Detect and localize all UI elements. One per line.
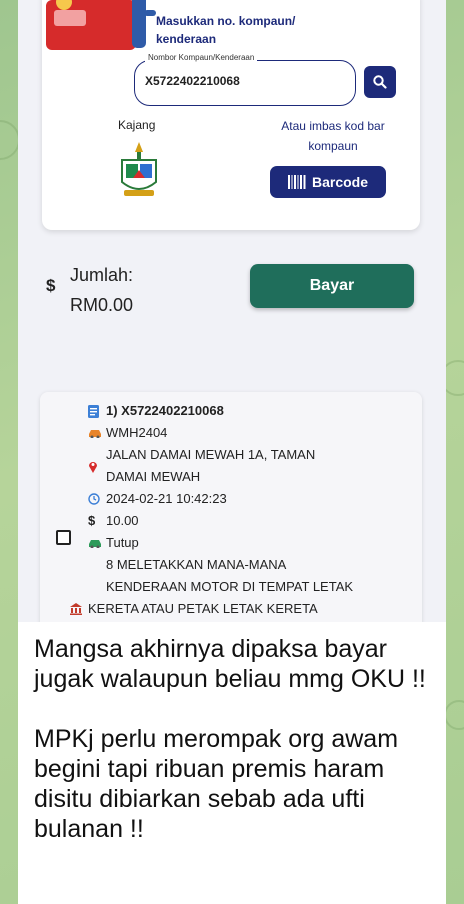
caption-paragraph-1: Mangsa akhirnya dipaksa bayar jugak wala…	[34, 635, 426, 693]
compound-number: 1) X5722402210068	[106, 403, 224, 418]
compound-search-card: Masukkan no. kompaun/ kenderaan Nombor K…	[42, 0, 420, 230]
map-pin-icon	[89, 461, 97, 473]
building-icon	[70, 603, 82, 615]
clock-icon	[88, 493, 100, 505]
caption-paragraph-2: MPKj perlu merompak org awam begini tapi…	[34, 725, 399, 843]
background-doodle	[444, 700, 464, 730]
field-label: Nombor Kompaun/Kenderaan	[145, 53, 258, 62]
currency-icon: $	[46, 276, 56, 295]
plate-row: WMH2404	[88, 422, 167, 444]
status-row: Tutup	[88, 532, 139, 554]
barcode-icon	[287, 175, 306, 189]
dollar-icon: $	[88, 513, 96, 528]
search-instruction: Masukkan no. kompaun/ kenderaan	[156, 14, 296, 46]
compound-number-field[interactable]: Nombor Kompaun/Kenderaan	[134, 53, 356, 106]
search-button[interactable]	[364, 66, 396, 98]
council-name: Kajang	[118, 118, 156, 132]
barcode-label: Barcode	[311, 174, 369, 190]
offence-line-1: 8 MELETAKKAN MANA-MANA	[106, 557, 287, 572]
document-icon	[88, 404, 99, 418]
amount-row: $ 10.00	[88, 510, 139, 532]
message-caption: Mangsa akhirnya dipaksa bayar jugak wala…	[34, 634, 438, 844]
council-crest-icon	[121, 142, 157, 196]
search-icon	[373, 75, 387, 89]
location-row: JALAN DAMAI MEWAH 1A, TAMAN DAMAI MEWAH	[88, 444, 315, 488]
offence-line-2: KENDERAAN MOTOR DI TEMPAT LETAK	[106, 579, 354, 594]
location-line-1: JALAN DAMAI MEWAH 1A, TAMAN	[106, 447, 316, 462]
offence-row: 8 MELETAKKAN MANA-MANA KENDERAAN MOTOR D…	[88, 554, 353, 598]
barcode-button[interactable]: Barcode	[270, 166, 386, 198]
compound-status: Tutup	[106, 535, 139, 550]
car-icon	[89, 430, 101, 438]
compound-item-card: 1) X5722402210068 WMH2404 JALAN DAMAI ME…	[40, 392, 422, 622]
attached-screenshot[interactable]: Masukkan no. kompaun/ kenderaan Nombor K…	[18, 0, 446, 622]
chat-message-bubble: Masukkan no. kompaun/ kenderaan Nombor K…	[18, 0, 446, 904]
compound-number-input[interactable]	[145, 74, 345, 88]
compound-datetime: 2024-02-21 10:42:23	[106, 491, 227, 506]
offence-line-3: KERETA ATAU PETAK LETAK KERETA	[88, 601, 318, 616]
scan-barcode-hint: Atau imbas kod bar kompaun	[281, 119, 385, 153]
total-label: Jumlah:	[70, 265, 134, 285]
datetime-row: 2024-02-21 10:42:23	[88, 488, 227, 510]
background-doodle	[0, 120, 20, 160]
compound-select-checkbox[interactable]	[56, 530, 71, 545]
total-amount: RM0.00	[70, 295, 134, 315]
traffic-illustration-icon	[46, 0, 158, 58]
offence-row-continued: KERETA ATAU PETAK LETAK KERETA	[70, 598, 318, 620]
pay-button[interactable]: Bayar	[250, 264, 414, 308]
vehicle-plate: WMH2404	[106, 425, 168, 440]
compound-amount: 10.00	[106, 513, 139, 528]
location-line-2: DAMAI MEWAH	[106, 469, 201, 484]
compound-number-row: 1) X5722402210068	[88, 400, 224, 422]
car-status-icon	[89, 540, 101, 548]
total-block: Jumlah: RM0.00	[70, 260, 133, 320]
